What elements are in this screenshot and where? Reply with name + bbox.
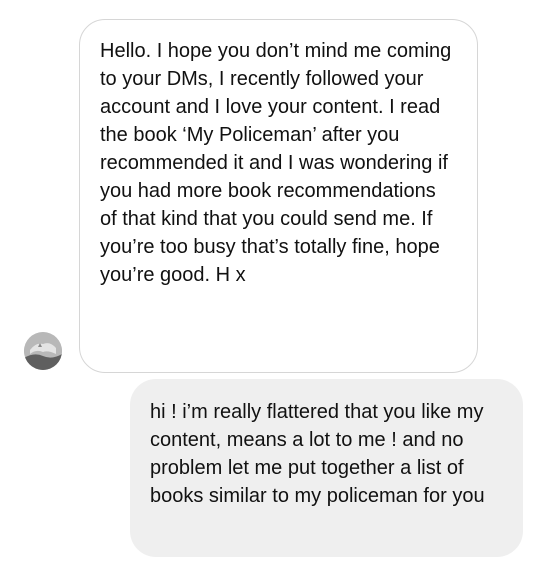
sent-message-text: hi ! i’m really flattered that you like … bbox=[150, 401, 485, 507]
sent-message-bubble[interactable]: hi ! i’m really flattered that you like … bbox=[130, 379, 523, 557]
received-message-text: Hello. I hope you don’t mind me coming t… bbox=[100, 40, 452, 286]
received-message-bubble[interactable]: Hello. I hope you don’t mind me coming t… bbox=[79, 19, 478, 373]
sender-avatar[interactable] bbox=[24, 332, 62, 370]
profile-photo-icon bbox=[24, 332, 62, 370]
message-thread: Hello. I hope you don’t mind me coming t… bbox=[0, 0, 540, 567]
